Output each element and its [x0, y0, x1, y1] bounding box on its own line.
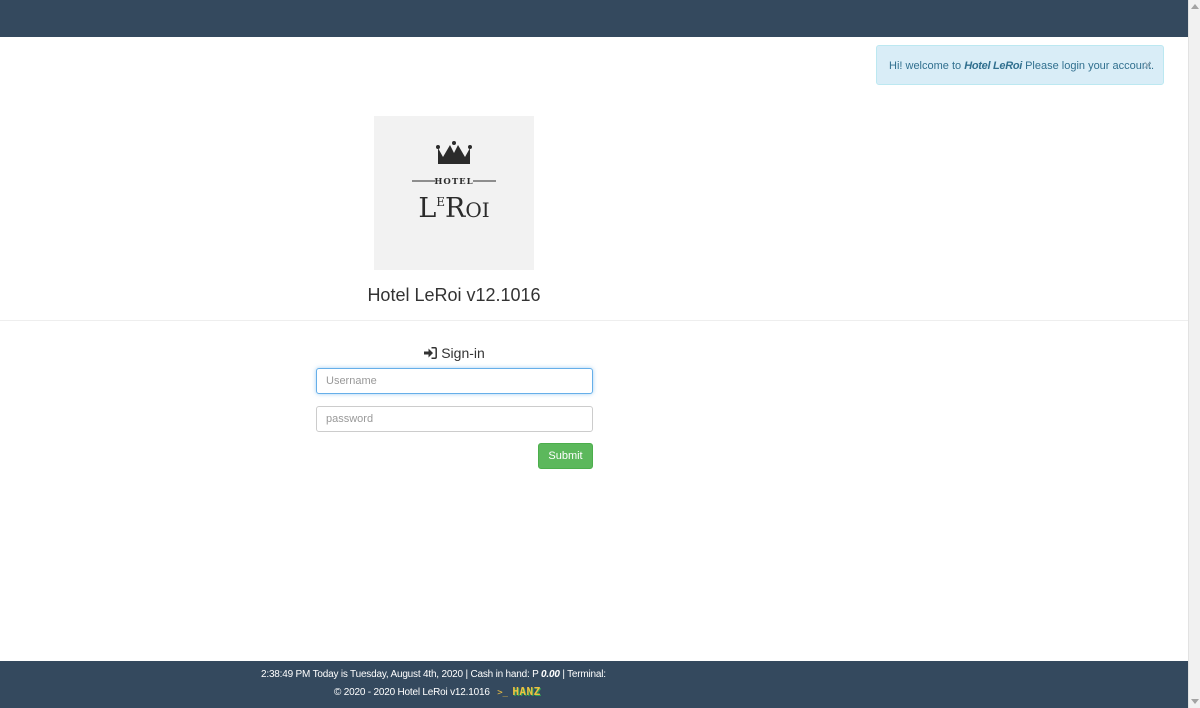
footer-status-line: 2:38:49 PM Today is Tuesday, August 4th,…: [261, 669, 606, 680]
footer-copyright-line: © 2020 - 2020 Hotel LeRoi v12.1016 >_ HA…: [334, 685, 541, 698]
footer-cash-label: | Cash in hand: P: [465, 669, 539, 680]
scrollbar[interactable]: [1188, 0, 1200, 708]
footer-time: 2:38:49 PM: [261, 669, 311, 680]
sign-in-icon: [424, 347, 438, 359]
scroll-down-arrow-icon[interactable]: [1191, 699, 1199, 704]
footer-brand: HANZ: [512, 685, 541, 698]
divider: [0, 320, 1188, 321]
submit-button[interactable]: Submit: [538, 443, 593, 469]
alert-suffix: Please login your account.: [1025, 60, 1155, 72]
footer-copyright: © 2020 - 2020 Hotel LeRoi v12.1016: [334, 687, 490, 698]
logo-small-word: HOTEL: [434, 177, 473, 187]
signin-heading-text: Sign-in: [441, 345, 485, 361]
footer-date: Today is Tuesday, August 4th, 2020: [312, 669, 464, 680]
welcome-alert: Hi! welcome to Hotel LeRoi Please login …: [876, 45, 1164, 85]
footer-terminal-label: | Terminal:: [562, 669, 606, 680]
hotel-logo: HOTEL LEROI: [374, 116, 534, 270]
top-navbar: [0, 0, 1188, 37]
crown-icon: HOTEL LEROI: [412, 141, 496, 224]
close-icon[interactable]: ×: [1143, 58, 1152, 73]
password-input[interactable]: [316, 406, 593, 432]
alert-hotel-name: Hotel LeRoi: [964, 60, 1023, 72]
signin-heading: Sign-in: [316, 345, 593, 361]
footer-bar: 2:38:49 PM Today is Tuesday, August 4th,…: [0, 661, 1188, 708]
logo-large-word: LEROI: [418, 193, 489, 224]
app-title: Hotel LeRoi v12.1016: [367, 285, 541, 305]
alert-prefix: Hi! welcome to: [889, 60, 962, 72]
username-input[interactable]: [316, 368, 593, 394]
footer-cash-value: 0.00: [541, 669, 560, 680]
terminal-prompt-icon: >_: [497, 688, 508, 698]
scroll-up-arrow-icon[interactable]: [1191, 4, 1199, 9]
